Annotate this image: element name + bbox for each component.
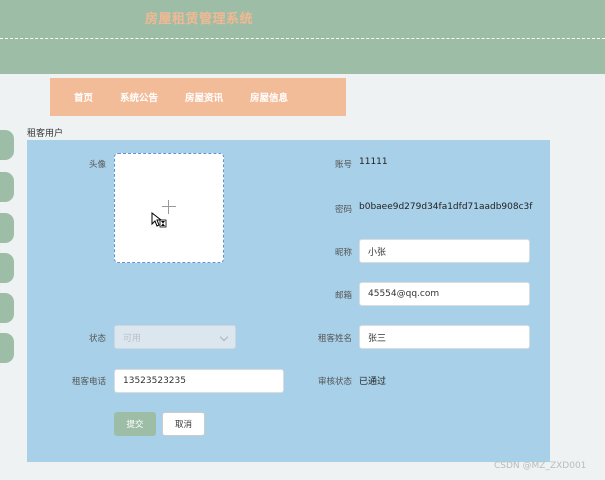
busy-cursor-icon — [151, 212, 167, 228]
side-tab[interactable] — [0, 253, 14, 283]
avatar-label: 头像 — [88, 160, 106, 170]
nav-item-announcements[interactable]: 系统公告 — [120, 90, 158, 104]
password-label: 密码 — [334, 205, 352, 215]
header-bar: 房屋租赁管理系统 — [0, 0, 605, 74]
email-label: 邮箱 — [334, 291, 352, 301]
nickname-input-value: 小张 — [368, 247, 387, 258]
chevron-down-icon — [219, 332, 229, 342]
tenant-name-input-value: 张三 — [368, 333, 387, 344]
status-select[interactable]: 可用 — [114, 325, 236, 349]
nav-item-home[interactable]: 首页 — [74, 90, 93, 104]
email-input-value: 45554@qq.com — [368, 289, 440, 299]
nav-item-news[interactable]: 房屋资讯 — [185, 90, 223, 104]
phone-input-value: 13523523235 — [123, 376, 186, 386]
app-title: 房屋租赁管理系统 — [145, 12, 254, 27]
side-tab[interactable] — [0, 130, 14, 160]
page-title: 租客用户 — [27, 129, 64, 139]
tenant-name-input[interactable]: 张三 — [359, 325, 530, 349]
phone-label: 租客电话 — [71, 377, 106, 387]
side-tab[interactable] — [0, 172, 14, 202]
email-input[interactable]: 45554@qq.com — [359, 282, 530, 306]
nickname-input[interactable]: 小张 — [359, 239, 530, 263]
watermark: CSDN @MZ_ZXD001 — [494, 461, 587, 471]
nickname-label: 昵称 — [334, 248, 352, 258]
side-tab[interactable] — [0, 293, 14, 323]
tenant-name-label: 租客姓名 — [317, 334, 352, 344]
submit-button[interactable]: 提交 — [114, 412, 156, 436]
status-select-value: 可用 — [123, 333, 142, 344]
review-status-label: 审核状态 — [317, 377, 352, 387]
header-divider — [0, 38, 605, 39]
cancel-button[interactable]: 取消 — [162, 412, 205, 436]
side-tab[interactable] — [0, 333, 14, 363]
side-tab[interactable] — [0, 213, 14, 243]
top-nav: 首页 系统公告 房屋资讯 房屋信息 — [50, 78, 346, 116]
status-label: 状态 — [88, 334, 106, 344]
account-label: 账号 — [334, 160, 352, 170]
password-value: b0baee9d279d34fa1dfd71aadb908c3f — [359, 202, 533, 212]
nav-item-houses[interactable]: 房屋信息 — [250, 90, 288, 104]
review-status-value: 已通过 — [359, 377, 387, 387]
account-value: 11111 — [359, 157, 388, 167]
phone-input[interactable]: 13523523235 — [114, 369, 284, 393]
